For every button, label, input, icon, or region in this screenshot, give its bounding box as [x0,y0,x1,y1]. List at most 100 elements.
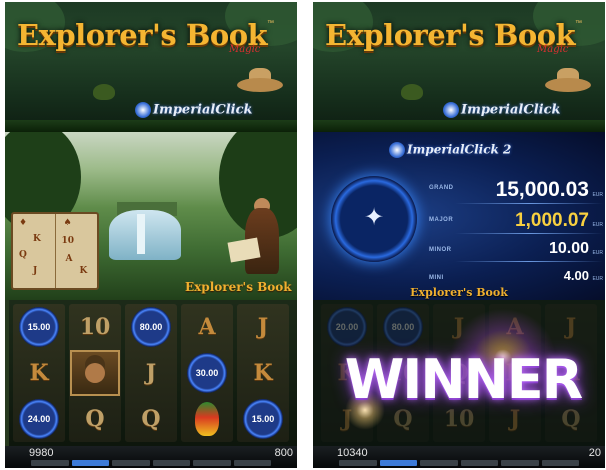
jackpot-value: 10.00 [548,240,589,257]
info-button[interactable] [152,460,190,466]
autoplay-button[interactable] [501,460,539,466]
reel-cell: 20.00 [321,304,373,350]
jackpot-mini: MINI 4.00 EUR [425,268,603,288]
card-symbol: Q [85,406,105,432]
jackpot-currency: EUR [592,250,603,256]
game-header: Explorer's Book ™ Magic ImperialClick [5,2,297,132]
jungle-scene: ♦ K Q J ♠ 10 A K Explorer's Book [5,132,297,300]
card-symbol: J [257,314,269,340]
reel-cell: 10 [69,304,121,350]
card-symbol: 10 [79,314,111,340]
game-header: Explorer's Book ™ Magic ImperialClick [313,2,605,132]
jackpot-currency: EUR [592,222,603,228]
bet-button[interactable] [71,460,109,466]
reel: 15.00 K 24.00 [13,304,65,442]
reel-cell: J [237,304,289,350]
coin-symbol: 80.00 [131,307,171,347]
reel-cell: K [13,350,65,396]
lines-button[interactable] [420,460,458,466]
reel: 80.00 J Q [125,304,177,442]
jackpot-minor: MINOR 10.00 EUR [425,240,603,262]
start-button[interactable] [541,460,579,466]
reel-cell: 30.00 [181,350,233,396]
bet-display: 20 [588,447,601,459]
jackpot-label: GRAND [429,185,454,191]
reel-cell: A [181,304,233,350]
jackpot-currency: EUR [592,276,603,282]
trademark-mark: ™ [575,20,582,27]
grass-border [313,120,605,132]
control-buttons [31,460,271,466]
explorer-face-icon [85,363,105,383]
book-page-right: ♠ 10 A K [61,218,88,276]
left-game-screen: Explorer's Book ™ Magic ImperialClick ♦ … [5,2,297,468]
credit-display: 9980 [29,447,54,459]
card-symbol: Q [141,406,161,432]
start-button[interactable] [233,460,271,466]
reel-logo: Explorer's Book [410,286,508,299]
card-symbol: K [253,360,273,386]
coin-symbol: 80.00 [383,307,423,347]
reel-cell: Q [125,396,177,442]
jackpot-panel: ImperialClick 2 ✦ GRAND 15,000.03 EUR MA… [313,132,605,300]
imperial-click-logo: ImperialClick [133,102,253,118]
bottom-bar: 9980 800 [5,446,297,468]
reel-cell: J [125,350,177,396]
bet-display: 800 [274,447,293,459]
reel-cell: 24.00 [13,396,65,442]
coin-symbol: 15.00 [243,399,283,439]
jackpot-value: 4.00 [563,268,589,283]
divider [455,233,603,234]
game-subtitle: Magic [537,44,569,55]
card-symbol: J [565,314,577,340]
jackpot-brand-logo: ImperialClick 2 [387,142,511,158]
reel-border-left [5,300,9,446]
book-page-left: ♦ K Q J [13,214,56,288]
frog-icon [401,84,423,100]
explorer-symbol [70,350,120,396]
imperial-disc-icon [389,142,405,158]
card-symbol: J [145,360,157,386]
menu-button[interactable] [31,460,69,466]
card-symbol: A [198,314,216,340]
imperial-disc-icon [135,102,151,118]
menu-button[interactable] [339,460,377,466]
card-symbol: K [29,360,49,386]
explorers-book: ♦ K Q J ♠ 10 A K [11,212,99,290]
jackpot-grand: GRAND 15,000.03 EUR [425,178,603,204]
scene-logo: Explorer's Book [185,280,292,294]
imperial-disc-icon [443,102,459,118]
reel: A 30.00 [181,304,233,442]
reel-cell [181,396,233,442]
bottom-bar: 10340 20 [313,446,605,468]
info-button[interactable] [460,460,498,466]
jackpot-label: MAJOR [429,217,454,223]
jackpot-currency: EUR [592,192,603,198]
coin-symbol: 24.00 [19,399,59,439]
divider [455,203,603,204]
coin-symbol: 20.00 [327,307,367,347]
coin-symbol: 30.00 [187,353,227,393]
waterfall [137,214,145,254]
river [109,210,181,260]
jackpot-label: MINI [429,275,444,281]
control-buttons [339,460,579,466]
reel-cell: 15.00 [13,304,65,350]
game-subtitle: Magic [229,44,261,55]
imperial-click-logo: ImperialClick [441,102,561,118]
jackpot-major: MAJOR 1,000.07 EUR [425,210,603,234]
jackpot-value: 1,000.07 [515,210,589,231]
right-game-screen: Explorer's Book ™ Magic ImperialClick Im… [313,2,605,468]
autoplay-button[interactable] [193,460,231,466]
lines-button[interactable] [112,460,150,466]
reel-area: 15.00 K 24.00 10 Q 80.00 J Q A 30.00 J K… [5,300,297,446]
reel-cell: Q [69,396,121,442]
reel-cell: K [237,350,289,396]
winner-banner: WINNER [344,348,584,411]
explorer-hat-brim [237,78,283,92]
reel-cell: 80.00 [125,304,177,350]
parrot-symbol [195,402,219,436]
reel: J K 15.00 [237,304,289,442]
coin-symbol: 15.00 [19,307,59,347]
bet-button[interactable] [379,460,417,466]
